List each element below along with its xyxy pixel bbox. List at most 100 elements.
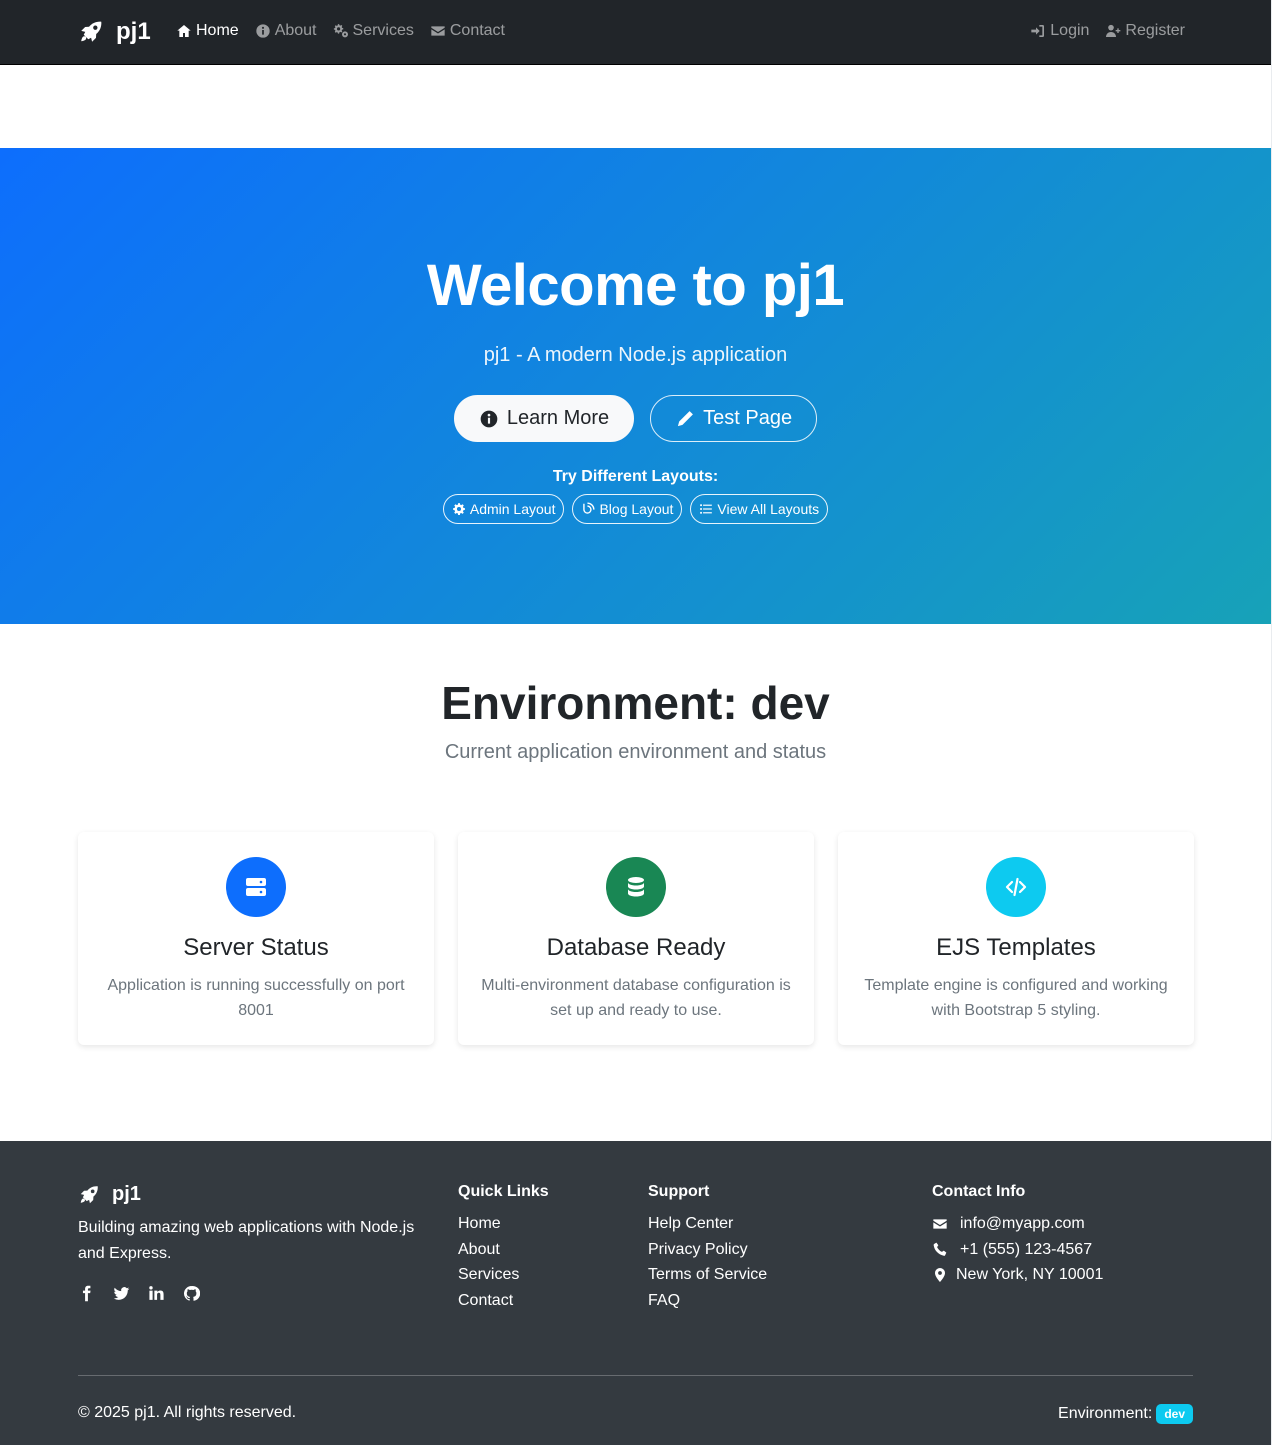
code-icon-circle [986,857,1046,917]
layout-buttons: Admin Layout Blog Layout View All Layout… [0,494,1271,524]
home-icon [177,25,191,37]
nav-services[interactable]: Services [333,22,414,40]
sign-in-icon [1031,25,1045,37]
test-page-button[interactable]: Test Page [650,395,818,442]
hero-buttons: Learn More Test Page [0,395,1271,442]
card-title: EJS Templates [936,934,1096,961]
linkedin-icon [149,1286,164,1300]
contact-phone: +1 (555) 123-4567 [932,1237,1103,1263]
admin-layout-label: Admin Layout [469,501,556,517]
nav-about-label: About [274,22,317,39]
pencil-icon [677,410,694,427]
facebook-icon [82,1285,91,1302]
footer: pj1 Building amazing web applications wi… [0,1141,1271,1445]
support-column: Support Help Center Privacy Policy Terms… [648,1183,767,1313]
contact-phone-text: +1 (555) 123-4567 [960,1240,1093,1258]
footer-brand-text: pj1 [112,1183,141,1205]
blog-layout-label: Blog Layout [599,501,674,517]
server-icon-circle [226,857,286,917]
envelope-icon [431,26,445,36]
contact-email-text: info@myapp.com [960,1215,1085,1232]
database-icon [628,877,644,897]
hero-title: Welcome to pj1 [426,253,845,318]
twitter-icon [113,1287,130,1300]
environment-label: Environment: [1058,1405,1153,1422]
environment-subtitle: Current application environment and stat… [444,741,827,763]
contact-address-text: New York, NY 10001 [956,1266,1104,1283]
card-text: Application is running successfully on p… [107,977,405,1019]
environment-title: Environment: dev [441,677,830,729]
nav-about[interactable]: About [255,22,317,40]
nav-contact[interactable]: Contact [430,22,505,40]
card-title: Database Ready [546,934,726,961]
rocket-icon [81,21,102,42]
view-all-layouts-label: View All Layouts [717,501,820,517]
server-icon [246,878,266,896]
brand-text: pj1 [116,18,151,45]
github-icon [183,1285,201,1301]
nav-register-label: Register [1125,22,1185,39]
card-text: Template engine is configured and workin… [864,977,1168,1019]
ejs-templates-card: EJS Templates Template engine is configu… [838,832,1194,1045]
footer-link-privacy-policy[interactable]: Privacy Policy [648,1241,748,1258]
quick-links-title: Quick Links [458,1183,549,1200]
code-icon [1005,877,1027,897]
phone-icon [933,1242,947,1257]
footer-link-terms[interactable]: Terms of Service [648,1266,767,1283]
github-link[interactable] [183,1285,201,1307]
rocket-icon [80,1185,98,1203]
admin-layout-button[interactable]: Admin Layout [442,494,565,524]
gear-icon [453,503,465,515]
footer-brand: pj1 [78,1183,141,1206]
footer-link-contact[interactable]: Contact [458,1292,513,1309]
nav-home[interactable]: Home [176,22,239,40]
nav-login[interactable]: Login [1030,22,1089,40]
envelope-icon [933,1219,947,1229]
blog-layout-button[interactable]: Blog Layout [572,494,683,524]
database-icon-circle [606,857,666,917]
navbar-brand[interactable]: pj1 [78,18,151,46]
support-title: Support [648,1183,710,1200]
info-circle-icon [480,410,498,427]
card-title: Server Status [183,934,329,961]
list-icon [700,504,713,514]
footer-link-services[interactable]: Services [458,1266,519,1283]
card-text: Multi-environment database configuration… [481,977,791,1019]
footer-link-help-center[interactable]: Help Center [648,1215,733,1232]
learn-more-label: Learn More [506,407,610,429]
contact-info-title: Contact Info [932,1183,1026,1200]
footer-link-home[interactable]: Home [458,1215,501,1232]
hero-lead: pj1 - A modern Node.js application [483,344,788,366]
linkedin-link[interactable] [148,1285,165,1307]
info-circle-icon [256,24,270,38]
footer-environment: Environment: dev [1058,1404,1193,1424]
twitter-link[interactable] [113,1285,130,1307]
hero-section: Welcome to pj1 pj1 - A modern Node.js ap… [0,148,1271,624]
contact-info-column: Contact Info info@myapp.com +1 (555) 123… [932,1183,1103,1288]
nav-contact-label: Contact [449,22,505,39]
database-ready-card: Database Ready Multi-environment databas… [458,832,814,1045]
footer-link-about[interactable]: About [458,1241,500,1258]
footer-description: Building amazing web applications with N… [78,1219,415,1262]
environment-badge: dev [1156,1404,1193,1424]
nav-right: Login Register [1030,22,1185,40]
layouts-title: Try Different Layouts: [552,468,719,485]
nav-register[interactable]: Register [1105,22,1185,40]
facebook-link[interactable] [78,1285,95,1307]
copyright: © 2025 pj1. All rights reserved. [78,1404,297,1421]
learn-more-button[interactable]: Learn More [453,395,635,442]
nav-links: Home About Services Contact [176,22,505,40]
navbar: pj1 Home About Services Contact Login Re… [0,0,1271,65]
blog-icon [583,502,596,514]
footer-divider [78,1375,1193,1376]
view-all-layouts-button[interactable]: View All Layouts [690,494,829,524]
contact-email: info@myapp.com [932,1211,1103,1237]
footer-link-faq[interactable]: FAQ [648,1292,680,1309]
contact-address: New York, NY 10001 [932,1262,1103,1288]
test-page-label: Test Page [703,407,793,429]
nav-home-label: Home [196,22,239,39]
map-marker-icon [935,1267,945,1282]
nav-services-label: Services [352,22,414,39]
gears-icon [333,24,348,38]
nav-login-label: Login [1050,22,1090,39]
